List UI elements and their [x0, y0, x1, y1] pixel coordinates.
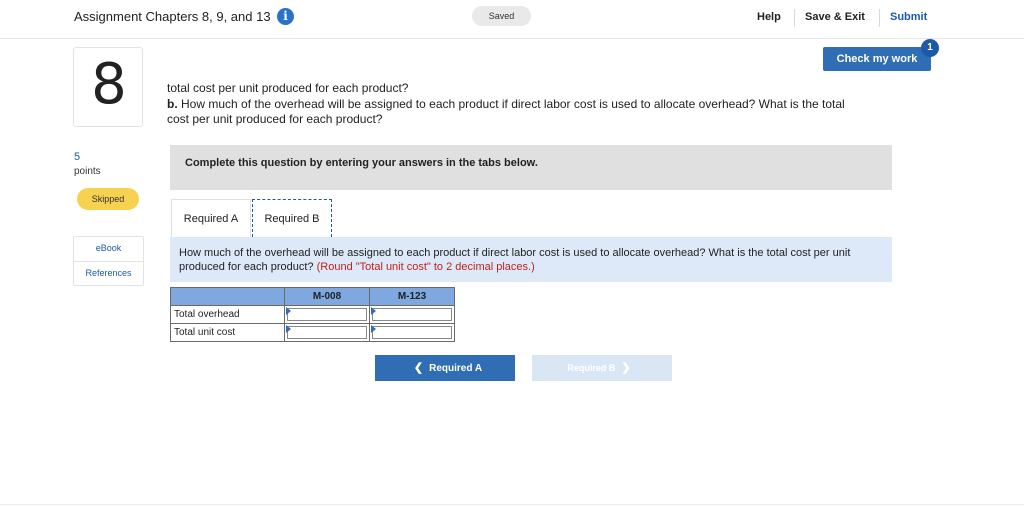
part-b-marker: b.	[167, 97, 178, 111]
next-label: Required B	[567, 363, 616, 373]
info-icon[interactable]: i	[277, 8, 294, 25]
help-link[interactable]: Help	[757, 11, 781, 23]
tab-required-a[interactable]: Required A	[171, 199, 251, 237]
rounding-note: (Round "Total unit cost" to 2 decimal pl…	[316, 261, 535, 273]
header-blank-cell	[170, 287, 285, 306]
cell-marker-icon	[286, 325, 291, 333]
tab-required-b[interactable]: Required B	[252, 199, 332, 237]
question-part-b-continued: cost per unit produced for each product?	[167, 112, 383, 126]
question-number-box: 8	[73, 47, 143, 127]
total-unit-cost-m123-input[interactable]	[372, 326, 452, 339]
total-overhead-m123-input[interactable]	[372, 308, 452, 321]
question-part-b: b. How much of the overhead will be assi…	[167, 97, 845, 111]
input-cell	[284, 305, 370, 324]
column-header-m008: M-008	[284, 287, 370, 306]
resource-links: eBook References	[73, 236, 144, 286]
ebook-link[interactable]: eBook	[74, 243, 143, 253]
instruction-banner: Complete this question by entering your …	[170, 145, 892, 190]
chevron-right-icon: ❯	[621, 362, 631, 374]
table-header-row: M-008 M-123	[170, 287, 455, 306]
cell-marker-icon	[371, 307, 376, 315]
bottom-divider	[0, 504, 1024, 505]
previous-required-a-button[interactable]: ❮ Required A	[375, 355, 515, 381]
total-overhead-m008-input[interactable]	[287, 308, 367, 321]
input-cell	[284, 323, 370, 342]
divider	[794, 9, 795, 27]
check-count-badge: 1	[921, 39, 939, 57]
table-row: Total overhead	[170, 305, 455, 324]
save-exit-link[interactable]: Save & Exit	[805, 11, 865, 23]
input-cell	[369, 323, 455, 342]
assignment-title: Assignment Chapters 8, 9, and 13	[74, 9, 271, 24]
points-value: 5	[74, 151, 81, 163]
cell-marker-icon	[286, 307, 291, 315]
cell-marker-icon	[371, 325, 376, 333]
skipped-badge: Skipped	[77, 188, 139, 210]
references-link[interactable]: References	[74, 268, 143, 278]
prompt-text: How much of the overhead will be assigne…	[179, 246, 884, 274]
next-required-b-button: Required B ❯	[532, 355, 672, 381]
chevron-left-icon: ❮	[413, 362, 424, 374]
question-text-line: total cost per unit produced for each pr…	[167, 81, 409, 95]
prev-label: Required A	[429, 363, 483, 374]
divider	[879, 9, 880, 27]
total-unit-cost-m008-input[interactable]	[287, 326, 367, 339]
row-label-total-overhead: Total overhead	[170, 305, 285, 324]
submit-link[interactable]: Submit	[890, 11, 927, 23]
requirement-prompt: How much of the overhead will be assigne…	[170, 237, 892, 282]
answer-table: M-008 M-123 Total overhead Total unit co…	[170, 287, 455, 342]
question-number: 8	[91, 52, 127, 117]
points-label: points	[74, 166, 101, 177]
row-label-total-unit-cost: Total unit cost	[170, 323, 285, 342]
instruction-text: Complete this question by entering your …	[185, 157, 538, 169]
saved-status-badge: Saved	[472, 6, 531, 26]
part-b-text: How much of the overhead will be assigne…	[177, 97, 845, 111]
column-header-m123: M-123	[369, 287, 455, 306]
input-cell	[369, 305, 455, 324]
top-bar: Assignment Chapters 8, 9, and 13 i Saved…	[0, 0, 1024, 39]
table-row: Total unit cost	[170, 323, 455, 342]
check-my-work-button[interactable]: Check my work	[823, 47, 931, 71]
divider	[74, 261, 143, 262]
